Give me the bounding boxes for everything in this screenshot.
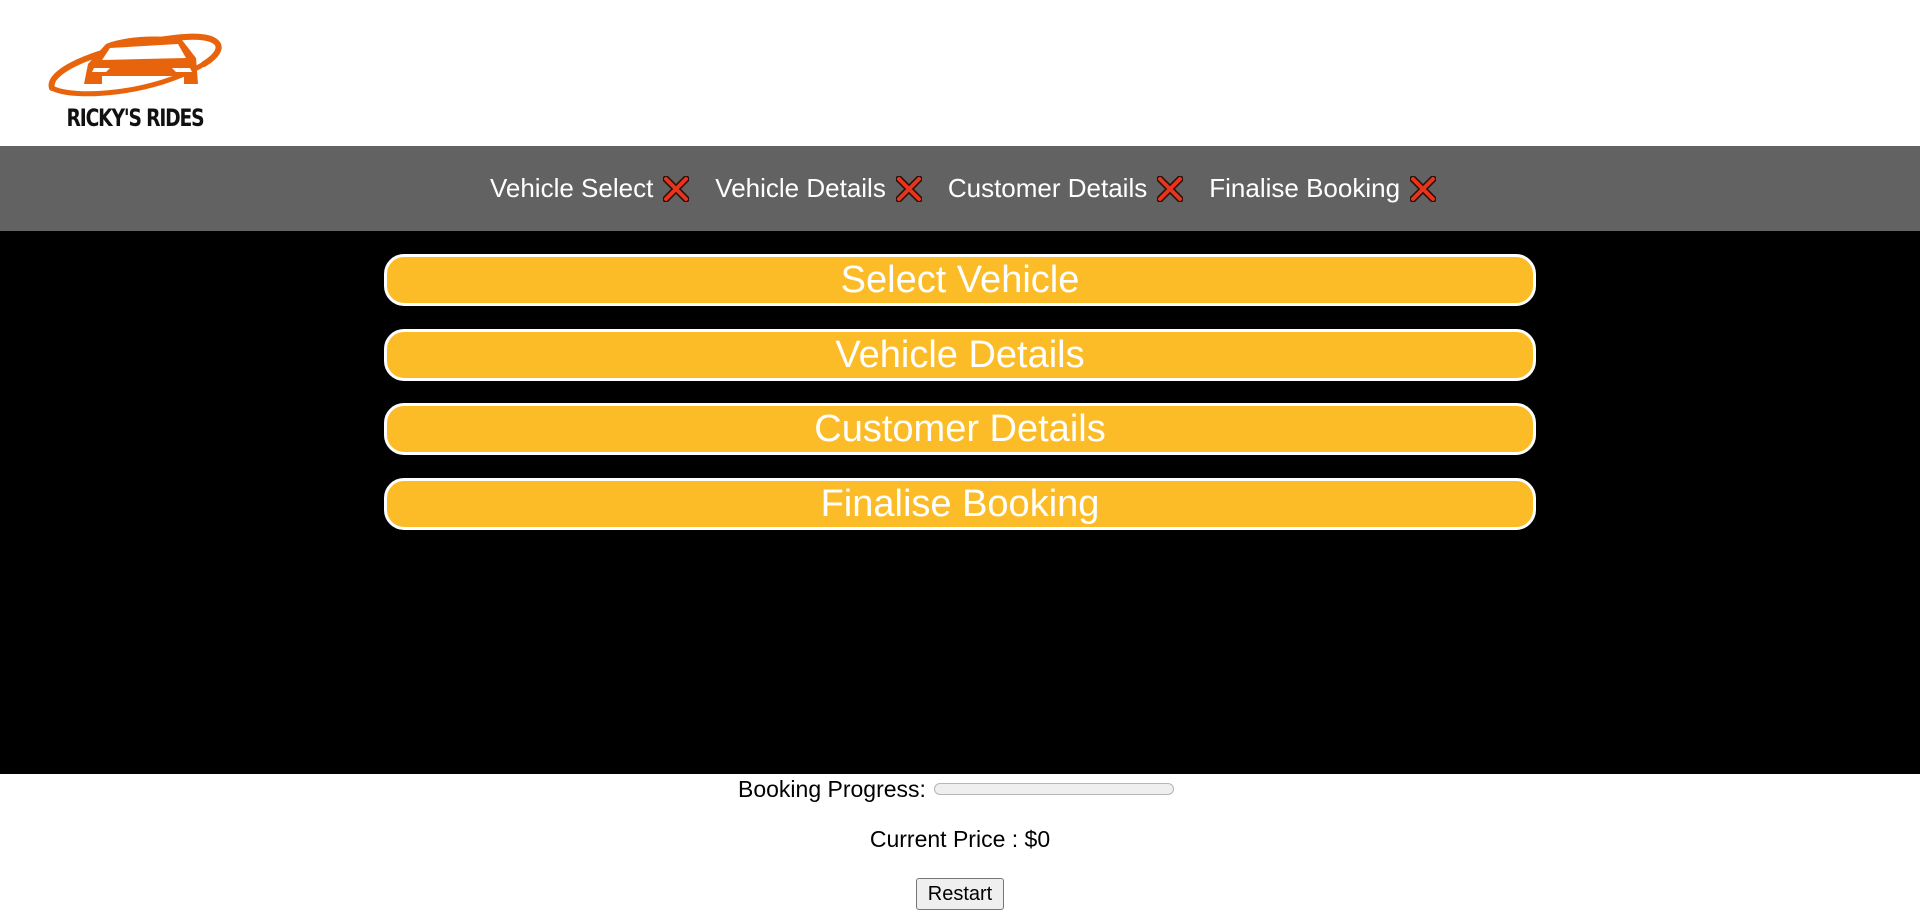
vehicle-details-button[interactable]: Vehicle Details bbox=[384, 329, 1536, 381]
booking-footer: Booking Progress: Current Price : $0 Res… bbox=[0, 774, 1920, 910]
booking-progress: Booking Progress: bbox=[738, 774, 1174, 804]
step-finalise-booking: Finalise Booking bbox=[1209, 173, 1437, 204]
progress-bar bbox=[933, 783, 1174, 795]
step-vehicle-select: Vehicle Select bbox=[489, 173, 690, 204]
booking-steps-bar: Vehicle Select Vehicle Details Customer … bbox=[0, 146, 1920, 231]
ricky-rides-logo[interactable]: RICKY'S RIDES bbox=[44, 24, 226, 136]
finalise-booking-button[interactable]: Finalise Booking bbox=[384, 478, 1536, 530]
site-header: RICKY'S RIDES bbox=[0, 0, 1920, 146]
customer-details-button[interactable]: Customer Details bbox=[384, 403, 1536, 455]
x-icon bbox=[1156, 175, 1184, 202]
step-label: Vehicle Select bbox=[489, 173, 654, 203]
booking-sections: Select Vehicle Vehicle Details Customer … bbox=[0, 231, 1920, 774]
progress-label: Booking Progress: bbox=[738, 775, 926, 802]
restart-button[interactable]: Restart bbox=[916, 878, 1004, 910]
x-icon bbox=[895, 175, 923, 202]
step-vehicle-details: Vehicle Details bbox=[715, 173, 923, 204]
current-price: Current Price : $0 bbox=[869, 826, 1051, 852]
x-icon bbox=[1409, 175, 1437, 202]
step-label: Finalise Booking bbox=[1209, 173, 1401, 203]
logo-text: RICKY'S RIDES bbox=[66, 104, 205, 132]
car-logo-icon bbox=[48, 33, 222, 97]
step-label: Customer Details bbox=[947, 173, 1148, 203]
step-label: Vehicle Details bbox=[715, 173, 886, 203]
x-icon bbox=[662, 175, 690, 202]
step-customer-details: Customer Details bbox=[947, 173, 1184, 204]
select-vehicle-button[interactable]: Select Vehicle bbox=[384, 254, 1536, 306]
